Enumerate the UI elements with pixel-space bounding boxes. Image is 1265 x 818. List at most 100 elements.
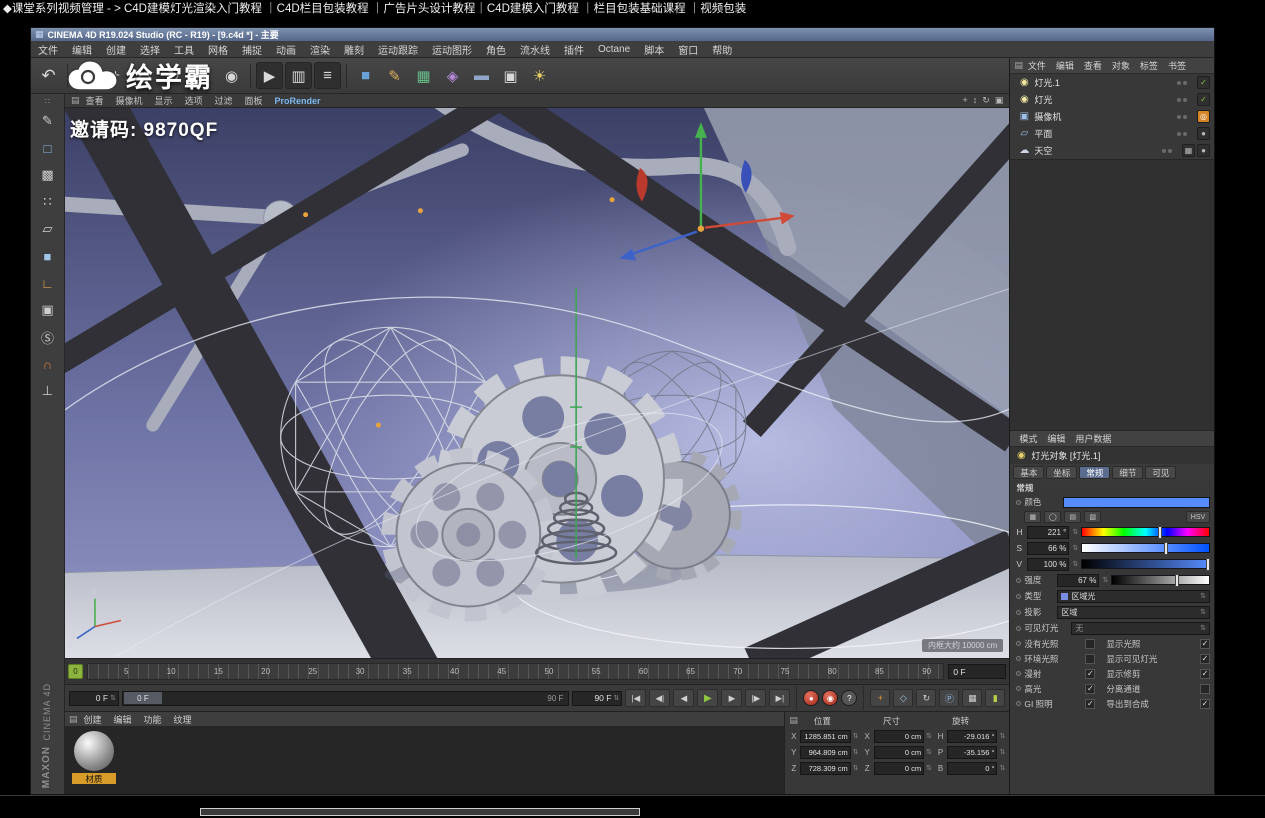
object-name[interactable]: 灯光.1 <box>1034 76 1060 89</box>
object-manager-menu-item[interactable]: 书签 <box>1163 59 1191 72</box>
color-picker-mode-button[interactable]: ▧ <box>1084 511 1102 523</box>
separate-pass-checkbox[interactable] <box>1200 683 1210 694</box>
polygon-mode-button[interactable]: ■ <box>35 244 59 268</box>
viewport-menu-item[interactable]: 过滤 <box>209 94 239 107</box>
animation-dot-icon[interactable] <box>1016 701 1022 706</box>
visible-light-dropdown[interactable]: 无 ⇅ <box>1071 621 1210 635</box>
animation-dot-icon[interactable] <box>1016 641 1022 646</box>
no-illumination-checkbox[interactable] <box>1085 638 1096 649</box>
menu-item[interactable]: 帮助 <box>705 42 739 57</box>
spinner-arrows-icon[interactable]: ⇅ <box>110 694 116 702</box>
material-menu-item[interactable]: 功能 <box>137 713 167 726</box>
point-mode-button[interactable]: ∷ <box>35 190 59 214</box>
value-slider[interactable] <box>1081 558 1210 571</box>
frame-range-slider[interactable]: 0 F 90 F <box>121 690 570 706</box>
axis-lock-button[interactable]: ◉ <box>218 62 245 89</box>
record-active-objects-button[interactable]: ● <box>803 690 820 707</box>
material-name[interactable]: 材质 <box>71 773 116 785</box>
viewport-panel-icon[interactable]: ▤ <box>71 95 80 106</box>
ambient-illumination-checkbox[interactable] <box>1085 653 1096 664</box>
animation-dot-icon[interactable] <box>1016 656 1022 661</box>
spinner-arrows-icon[interactable]: ⇅ <box>853 764 859 772</box>
hsv-mode-button[interactable]: HSV <box>1186 511 1210 523</box>
pan-view-button[interactable]: + <box>963 95 968 106</box>
value-value-field[interactable]: 100 % <box>1027 557 1070 571</box>
menu-item[interactable]: 脚本 <box>637 42 671 57</box>
object-row-light[interactable]: ◉ 灯光 ✓ <box>1010 91 1214 108</box>
object-name[interactable]: 灯光 <box>1034 93 1052 106</box>
show-visible-light-checkbox[interactable]: ✓ <box>1200 653 1210 664</box>
rotation-b-field[interactable]: 0 ° <box>947 761 998 775</box>
spinner-arrows-icon[interactable]: ⇅ <box>999 764 1005 772</box>
video-progress-bar[interactable] <box>200 808 640 816</box>
gi-illumination-checkbox[interactable]: ✓ <box>1085 698 1096 709</box>
spinner-arrows-icon[interactable]: ⇅ <box>1072 528 1078 536</box>
go-to-next-key-button[interactable]: |▶ <box>745 689 767 708</box>
spinner-arrows-icon[interactable]: ⇅ <box>926 732 932 740</box>
position-x-field[interactable]: 1285.851 cm <box>800 729 851 743</box>
viewport-menu-item[interactable]: 查看 <box>79 94 109 107</box>
section-general[interactable]: 常规 <box>1010 481 1214 494</box>
position-y-field[interactable]: 964.809 cm <box>800 745 851 759</box>
timeline-ticks[interactable]: 5 10 15 20 25 30 35 40 45 50 55 60 65 70 75 80 85 90 <box>86 663 945 681</box>
go-to-end-button[interactable]: ▶| <box>769 689 791 708</box>
position-z-field[interactable]: 728.309 cm <box>800 761 851 775</box>
texture-mode-button[interactable]: ▩ <box>35 163 59 187</box>
object-row-light1[interactable]: ◉ 灯光.1 ✓ <box>1010 74 1214 91</box>
viewport-menu-item[interactable]: 摄像机 <box>109 94 148 107</box>
menu-item[interactable]: 文件 <box>31 42 65 57</box>
menu-item[interactable]: 动画 <box>269 42 303 57</box>
go-to-next-frame-button[interactable]: ▶ <box>721 689 743 708</box>
snap-settings-button[interactable]: Ⓢ <box>35 325 59 349</box>
menu-item[interactable]: 窗口 <box>671 42 705 57</box>
make-editable-button[interactable]: ✎ <box>35 109 59 133</box>
tab-general[interactable]: 常规 <box>1079 466 1111 479</box>
material-item[interactable]: 材质 <box>71 731 117 790</box>
material-menu-item[interactable]: 创建 <box>77 713 107 726</box>
spinner-arrows-icon[interactable]: ⇅ <box>926 764 932 772</box>
menu-item[interactable]: 运动跟踪 <box>371 42 425 57</box>
timeline-ruler[interactable]: 0 5 10 15 20 25 30 35 40 45 50 55 60 65 70 75 80 85 90 0 … <box>64 658 1010 685</box>
model-mode-button[interactable]: □ <box>35 136 59 160</box>
spinner-arrows-icon[interactable]: ⇅ <box>1072 560 1078 568</box>
animation-dot-icon[interactable] <box>1016 671 1022 676</box>
tab-visibility[interactable]: 可见 <box>1145 466 1177 479</box>
saturation-value-field[interactable]: 66 % <box>1027 541 1070 555</box>
menu-item[interactable]: 捕捉 <box>235 42 269 57</box>
menu-item[interactable]: 插件 <box>557 42 591 57</box>
position-key-button[interactable]: + <box>870 689 891 708</box>
render-view-button[interactable]: ▶ <box>256 62 283 89</box>
animation-dot-icon[interactable] <box>1016 609 1022 615</box>
timeline-playhead[interactable]: 0 <box>67 664 83 680</box>
object-name[interactable]: 天空 <box>1034 144 1052 157</box>
intensity-slider[interactable] <box>1111 574 1210 587</box>
spinner-arrows-icon[interactable]: ⇅ <box>999 748 1005 756</box>
go-to-previous-key-button[interactable]: ◀| <box>649 689 671 708</box>
keyframe-selection-button[interactable]: ? <box>841 690 858 707</box>
spinner-arrows-icon[interactable]: ⇅ <box>853 732 859 740</box>
show-clipping-checkbox[interactable]: ✓ <box>1200 668 1210 679</box>
visibility-dots[interactable] <box>1177 114 1187 119</box>
tab-details[interactable]: 细节 <box>1112 466 1144 479</box>
viewport-menu-item[interactable]: 面板 <box>239 94 269 107</box>
toggle-panel-button[interactable]: ▣ <box>995 95 1004 106</box>
light-type-dropdown[interactable]: 区域光 ⇅ <box>1057 589 1210 603</box>
texture-tag[interactable]: ▦ <box>1182 144 1195 157</box>
shadow-type-dropdown[interactable]: 区域 ⇅ <box>1057 605 1210 619</box>
material-menu-item[interactable]: 编辑 <box>107 713 137 726</box>
add-cube-button[interactable]: ■ <box>352 62 379 89</box>
enable-snap-button[interactable]: ∩ <box>35 352 59 376</box>
animation-dot-icon[interactable] <box>1016 625 1022 631</box>
size-y-field[interactable]: 0 cm <box>873 745 925 759</box>
object-row-plane[interactable]: ▱ 平面 ● <box>1010 125 1214 142</box>
spinner-arrows-icon[interactable]: ⇅ <box>926 748 932 756</box>
diffuse-checkbox[interactable]: ✓ <box>1085 668 1096 679</box>
title-bar[interactable]: ▦ CINEMA 4D R19.024 Studio (RC - R19) - … <box>31 28 1214 41</box>
menu-item[interactable]: 选择 <box>133 42 167 57</box>
render-settings-button[interactable]: ≡ <box>314 62 341 89</box>
spinner-arrows-icon[interactable]: ⇅ <box>999 732 1005 740</box>
parameter-key-button[interactable]: Ⓟ <box>939 689 960 708</box>
object-manager-menu-item[interactable]: 查看 <box>1079 59 1107 72</box>
material-tag[interactable]: ● <box>1197 127 1210 140</box>
go-to-start-button[interactable]: |◀ <box>625 689 647 708</box>
